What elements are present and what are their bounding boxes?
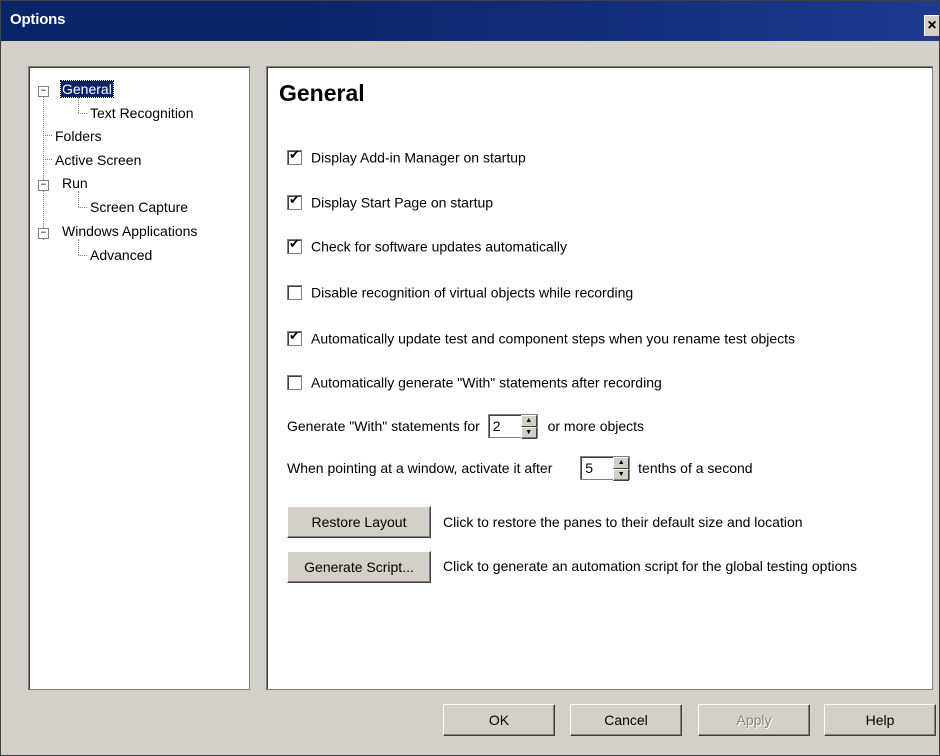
checkbox-label: Display Add-in Manager on startup — [311, 149, 526, 166]
checkbox-label: Display Start Page on startup — [311, 194, 494, 211]
tree-item-folders[interactable]: Folders — [55, 127, 102, 145]
tree-item-screen-capture[interactable]: Screen Capture — [90, 198, 188, 216]
tree-connector-line — [78, 207, 87, 208]
checkbox[interactable] — [287, 193, 302, 210]
collapse-icon[interactable]: − — [38, 86, 49, 97]
with-objects-stepper[interactable]: ▲▼ — [487, 414, 538, 439]
tree-item-text-recognition[interactable]: Text Recognition — [90, 104, 194, 122]
title-bar[interactable]: Options × — [1, 1, 939, 41]
collapse-icon[interactable]: − — [38, 228, 49, 239]
checkbox[interactable] — [287, 148, 302, 165]
with-objects-input[interactable] — [488, 415, 521, 437]
checkbox-label: Automatically generate "With" statements… — [311, 374, 662, 391]
tree-connector-line — [78, 191, 79, 207]
auto-update-steps-option[interactable]: Automatically update test and component … — [287, 329, 795, 346]
tree-connector-line — [78, 255, 87, 256]
tree-connector-line — [78, 239, 79, 255]
spin-down-icon[interactable]: ▼ — [613, 469, 630, 481]
tree-item-general[interactable]: General — [60, 80, 114, 98]
general-settings-panel: General Display Add-in Manager on startu… — [266, 66, 933, 690]
apply-button[interactable]: Apply — [698, 704, 810, 736]
generate-script-description: Click to generate an automation script f… — [443, 558, 858, 574]
window-title: Options — [10, 11, 66, 28]
options-tree: − General Text Recognition Folders Activ… — [28, 66, 250, 690]
activate-delay-stepper[interactable]: ▲▼ — [580, 456, 631, 481]
checkbox[interactable] — [287, 237, 302, 254]
checkbox-label: Check for software updates automatically — [311, 238, 568, 255]
tree-item-run[interactable]: Run — [62, 174, 88, 192]
page-title: General — [279, 80, 365, 106]
tree-item-active-screen[interactable]: Active Screen — [55, 151, 141, 169]
close-icon[interactable]: × — [924, 15, 939, 36]
tree-connector-line — [43, 97, 44, 240]
restore-layout-button[interactable]: Restore Layout — [287, 506, 431, 538]
collapse-icon[interactable]: − — [38, 180, 49, 191]
tree-connector-line — [78, 97, 79, 113]
auto-generate-with-option[interactable]: Automatically generate "With" statements… — [287, 373, 662, 390]
spin-up-icon[interactable]: ▲ — [520, 415, 537, 427]
with-statements-suffix: or more objects — [547, 418, 645, 434]
generate-script-button[interactable]: Generate Script... — [287, 551, 431, 583]
ok-button[interactable]: OK — [443, 704, 555, 736]
with-statements-row: Generate "With" statements for ▲▼ or mor… — [287, 414, 645, 439]
display-addin-manager-option[interactable]: Display Add-in Manager on startup — [287, 148, 526, 165]
spin-up-icon[interactable]: ▲ — [613, 457, 630, 469]
with-statements-prefix: Generate "With" statements for — [287, 418, 480, 434]
activate-window-row: When pointing at a window, activate it a… — [287, 456, 753, 481]
tree-connector-line — [78, 113, 87, 114]
activate-window-prefix: When pointing at a window, activate it a… — [287, 460, 553, 476]
tree-item-windows-applications[interactable]: Windows Applications — [62, 222, 197, 240]
tree-item-label: General — [60, 80, 114, 98]
options-dialog: Options × − General Text Recognition Fol… — [0, 0, 940, 756]
tree-item-advanced[interactable]: Advanced — [90, 246, 152, 264]
tree-connector-line — [43, 159, 52, 160]
display-start-page-option[interactable]: Display Start Page on startup — [287, 193, 493, 210]
activate-delay-input[interactable] — [581, 457, 614, 479]
checkbox[interactable] — [287, 374, 302, 390]
checkbox[interactable] — [287, 329, 302, 346]
checkbox-label: Automatically update test and component … — [311, 330, 796, 347]
checkbox-label: Disable recognition of virtual objects w… — [311, 284, 634, 301]
check-updates-option[interactable]: Check for software updates automatically — [287, 237, 567, 254]
spin-down-icon[interactable]: ▼ — [520, 427, 537, 439]
restore-layout-description: Click to restore the panes to their defa… — [443, 514, 803, 530]
activate-window-suffix: tenths of a second — [638, 460, 753, 476]
cancel-button[interactable]: Cancel — [570, 704, 682, 736]
tree-connector-line — [43, 135, 52, 136]
help-button[interactable]: Help — [824, 704, 936, 736]
disable-virtual-objects-option[interactable]: Disable recognition of virtual objects w… — [287, 283, 633, 300]
checkbox[interactable] — [287, 284, 302, 300]
